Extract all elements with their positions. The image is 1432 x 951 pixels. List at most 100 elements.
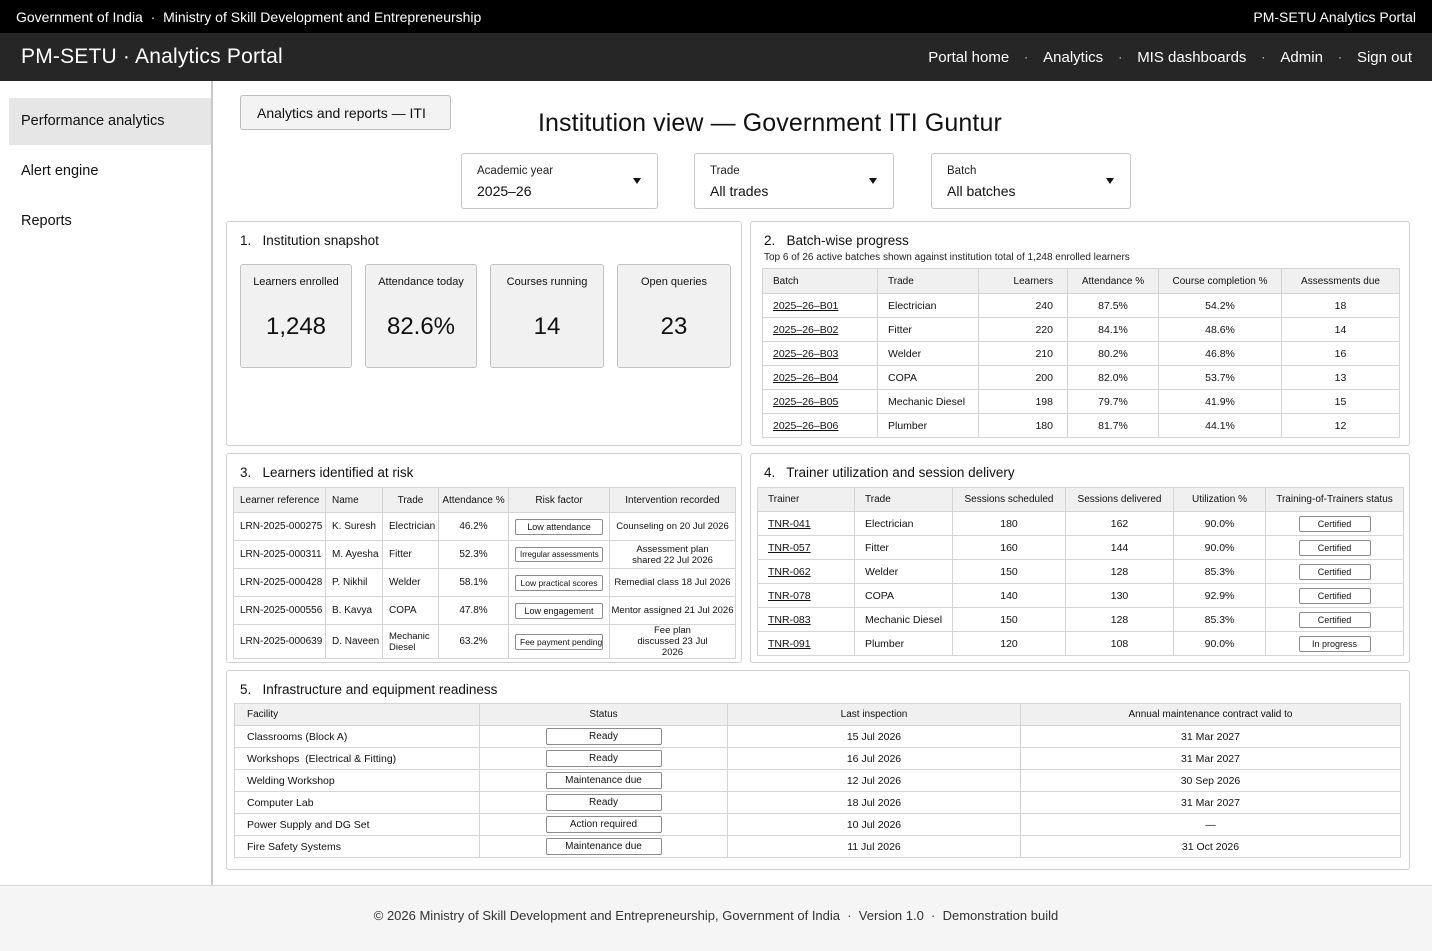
completion-cell: 46.8% [1158,341,1282,366]
trade-cell: COPA [382,596,439,625]
assessments-cell: 16 [1281,341,1400,366]
column-header: Sessions delivered [1065,487,1174,512]
facility-cell: Welding Workshop [234,769,480,792]
trade-cell: Welder [382,568,439,597]
batch-link[interactable]: 2025–26–B01 [773,300,838,312]
table-row: LRN-2025-000311 M. Ayesha Fitter 52.3% I… [233,540,736,569]
completion-cell: 48.6% [1158,317,1282,342]
trainer-link[interactable]: TNR-078 [768,590,811,602]
learners-cell: 210 [978,341,1068,366]
table-row: TNR-057 Fitter 160 144 90.0% Certified [757,535,1404,560]
at-risk-title: 3. Learners identified at risk [240,465,414,480]
kpi-label: Attendance today [378,276,464,288]
column-header: Last inspection [727,703,1021,726]
academic-year-select[interactable]: Academic year 2025–26 [461,153,658,209]
facility-status-badge: Ready [545,750,662,767]
batch-link[interactable]: 2025–26–B05 [773,396,838,408]
facility-cell: Computer Lab [234,791,480,814]
sidebar-item-performance-analytics[interactable]: Performance analytics [9,98,211,145]
risk-factor-badge: Low attendance [515,518,603,535]
learner-ref-cell: LRN-2025-000639 [233,624,326,659]
nav-separator: · [1337,50,1342,64]
tot-status-badge: Certified [1298,587,1371,604]
breadcrumb-button[interactable]: Analytics and reports — ITI [240,95,451,130]
amc-valid-cell: 31 Mar 2027 [1020,791,1401,814]
batch-progress-subtitle: Top 6 of 26 active batches shown against… [764,252,1130,263]
table-row: Power Supply and DG Set Action required … [234,813,1401,836]
trainer-link[interactable]: TNR-041 [768,518,811,530]
column-header: Learner reference [233,487,326,513]
intervention-cell: Mentor assigned 21 Jul 2026 [609,596,736,625]
table-row: Workshops (Electrical & Fitting) Ready 1… [234,747,1401,770]
completion-cell: 41.9% [1158,389,1282,414]
sidebar: Performance analytics Alert engine Repor… [0,81,213,885]
batch-link[interactable]: 2025–26–B06 [773,420,838,432]
chevron-down-icon [869,178,877,184]
nav-admin[interactable]: Admin [1280,49,1323,66]
amc-valid-cell: 30 Sep 2026 [1020,769,1401,792]
kpi-value: 14 [533,313,561,340]
batch-progress-title: 2. Batch-wise progress [764,233,909,248]
batch-select[interactable]: Batch All batches [931,153,1131,209]
risk-factor-badge: Low engagement [515,602,603,619]
table-header-row: Trainer Trade Sessions scheduled Session… [757,487,1404,512]
sidebar-item-reports[interactable]: Reports [9,198,211,245]
trade-select[interactable]: Trade All trades [694,153,894,209]
infrastructure-table: Facility Status Last inspection Annual m… [234,703,1401,858]
completion-cell: 54.2% [1158,293,1282,318]
sessions-delivered-cell: 108 [1065,631,1174,656]
batch-link[interactable]: 2025–26–B04 [773,372,838,384]
infrastructure-panel: 5. Infrastructure and equipment readines… [226,670,1410,870]
trade-cell: Electrician [854,511,953,536]
column-header: Attendance % [1067,268,1159,294]
name-cell: B. Kavya [325,596,383,625]
last-inspection-cell: 16 Jul 2026 [727,747,1021,770]
kpi-value: 23 [660,313,688,340]
batch-link[interactable]: 2025–26–B02 [773,324,838,336]
column-header: Name [325,487,383,513]
main-content: Analytics and reports — ITI Institution … [214,81,1432,885]
table-row: TNR-083 Mechanic Diesel 150 128 85.3% Ce… [757,607,1404,632]
intervention-cell: Assessment plan shared 22 Jul 2026 [609,540,736,569]
nav-portal-home[interactable]: Portal home [928,49,1009,66]
assessments-cell: 12 [1281,413,1400,438]
facility-cell: Fire Safety Systems [234,835,480,858]
batch-progress-panel: 2. Batch-wise progress Top 6 of 26 activ… [750,221,1410,446]
completion-cell: 53.7% [1158,365,1282,390]
sessions-delivered-cell: 144 [1065,535,1174,560]
last-inspection-cell: 11 Jul 2026 [727,835,1021,858]
name-cell: M. Ayesha [325,540,383,569]
trainer-link[interactable]: TNR-083 [768,614,811,626]
trainer-link[interactable]: TNR-057 [768,542,811,554]
nav-sign-out[interactable]: Sign out [1357,49,1412,66]
table-row: LRN-2025-000556 B. Kavya COPA 47.8% Low … [233,596,736,625]
batch-link[interactable]: 2025–26–B03 [773,348,838,360]
batch-progress-table: Batch Trade Learners Attendance % Course… [762,268,1400,438]
trade-cell: Fitter [877,317,979,342]
academic-year-value: 2025–26 [477,183,532,199]
table-row: 2025–26–B06 Plumber 180 81.7% 44.1% 12 [762,413,1400,438]
kpi-courses-running: Courses running 14 [490,264,604,368]
trade-cell: COPA [877,365,979,390]
sessions-scheduled-cell: 150 [952,607,1066,632]
sidebar-item-alert-engine[interactable]: Alert engine [9,148,211,195]
table-row: 2025–26–B01 Electrician 240 87.5% 54.2% … [762,293,1400,318]
trade-cell: Welder [877,341,979,366]
column-header: Attendance % [438,487,509,513]
trainer-utilization-panel: 4. Trainer utilization and session deliv… [750,453,1410,663]
nav-analytics[interactable]: Analytics [1043,49,1103,66]
nav-mis-dashboards[interactable]: MIS dashboards [1137,49,1246,66]
attendance-cell: 46.2% [438,512,509,541]
last-inspection-cell: 10 Jul 2026 [727,813,1021,836]
sessions-delivered-cell: 128 [1065,559,1174,584]
trainer-link[interactable]: TNR-091 [768,638,811,650]
trainer-link[interactable]: TNR-062 [768,566,811,578]
utilization-cell: 85.3% [1173,559,1266,584]
sessions-delivered-cell: 130 [1065,583,1174,608]
column-header: Sessions scheduled [952,487,1066,512]
utilization-cell: 92.9% [1173,583,1266,608]
sessions-scheduled-cell: 140 [952,583,1066,608]
intervention-cell: Remedial class 18 Jul 2026 [609,568,736,597]
trade-cell: Mechanic Diesel [854,607,953,632]
table-row: Fire Safety Systems Maintenance due 11 J… [234,835,1401,858]
